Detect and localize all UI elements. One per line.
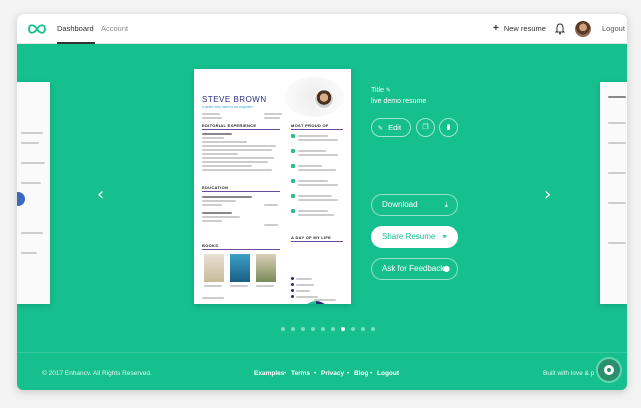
footer-link-examples[interactable]: Examples: [254, 370, 284, 377]
section-day: A DAY OF MY LIFE: [291, 235, 332, 240]
pencil-icon[interactable]: ✎: [386, 87, 391, 94]
page-dot[interactable]: [321, 327, 325, 331]
resume-photo: [314, 89, 334, 109]
new-resume-label: New resume: [503, 24, 546, 33]
book-cover: [204, 254, 224, 282]
ask-feedback-button[interactable]: Ask for Feedback ●: [371, 258, 458, 280]
link-icon: ⚭: [441, 232, 448, 241]
top-navbar: Dashboard Account + New resume Logout: [17, 14, 627, 44]
day-chart: [302, 301, 330, 304]
footer-link-privacy[interactable]: Privacy: [321, 370, 344, 377]
resume-thumbnail-next[interactable]: [600, 82, 627, 304]
page-dot[interactable]: [331, 327, 335, 331]
chevron-left-icon[interactable]: ‹: [97, 184, 104, 205]
duplicate-button[interactable]: ❐: [416, 118, 435, 137]
footer-link-terms[interactable]: Terms: [291, 370, 310, 377]
book-cover: [256, 254, 276, 282]
feedback-label: Ask for Feedback: [382, 264, 445, 273]
section-education: EDUCATION: [202, 185, 229, 190]
section-proud: MOST PROUD OF: [291, 123, 329, 128]
section-books: BOOKS: [202, 243, 219, 248]
download-icon: ⤓: [444, 200, 448, 209]
infinity-logo-icon[interactable]: [27, 22, 47, 36]
tab-account[interactable]: Account: [101, 14, 128, 44]
resume-subtitle: a writer who used to an engineer: [202, 105, 253, 109]
trash-icon: ▮: [446, 123, 451, 131]
app-window: Dashboard Account + New resume Logout ‹ ›…: [17, 14, 627, 390]
chat-icon: ●: [443, 264, 450, 273]
footer-built-with: Built with love & p: [543, 370, 595, 377]
resume-thumbnail-previous[interactable]: [17, 82, 50, 304]
download-label: Download: [382, 200, 418, 209]
page-dot[interactable]: [371, 327, 375, 331]
delete-button[interactable]: ▮: [439, 118, 458, 137]
share-resume-button[interactable]: Share Resume ⚭: [371, 226, 458, 248]
page-dot-active[interactable]: [341, 327, 345, 331]
pencil-icon: ✎: [378, 125, 384, 132]
new-resume-button[interactable]: + New resume: [493, 14, 546, 44]
footer-link-blog[interactable]: Blog: [354, 370, 368, 377]
help-icon[interactable]: [596, 357, 622, 383]
copy-icon: ❐: [422, 123, 429, 131]
resume-preview[interactable]: STEVE BROWN a writer who used to an engi…: [194, 69, 351, 304]
page-dot[interactable]: [291, 327, 295, 331]
footer-link-logout[interactable]: Logout: [377, 370, 399, 377]
tab-dashboard[interactable]: Dashboard: [57, 14, 95, 44]
download-button[interactable]: Download ⤓: [371, 194, 458, 216]
page-dot[interactable]: [311, 327, 315, 331]
edit-label: Edit: [388, 123, 402, 132]
page-dot[interactable]: [361, 327, 365, 331]
resume-title: live demo resume: [371, 98, 427, 105]
bell-icon[interactable]: [555, 23, 565, 35]
page-dot[interactable]: [281, 327, 285, 331]
chevron-right-icon[interactable]: ›: [544, 184, 551, 205]
section-experience: EDITORIAL EXPERIENCE: [202, 123, 257, 128]
resume-name: STEVE BROWN: [202, 95, 267, 104]
page-dot[interactable]: [301, 327, 305, 331]
share-label: Share Resume: [382, 232, 436, 241]
edit-button[interactable]: ✎ Edit: [371, 118, 411, 137]
logout-link[interactable]: Logout: [602, 14, 625, 44]
user-avatar[interactable]: [575, 21, 591, 37]
footer-copyright: © 2017 Enhancv. All Rights Reserved.: [42, 370, 152, 377]
plus-icon: +: [493, 23, 499, 34]
page-dot[interactable]: [351, 327, 355, 331]
title-label: Title ✎: [371, 87, 391, 94]
book-cover: [230, 254, 250, 282]
